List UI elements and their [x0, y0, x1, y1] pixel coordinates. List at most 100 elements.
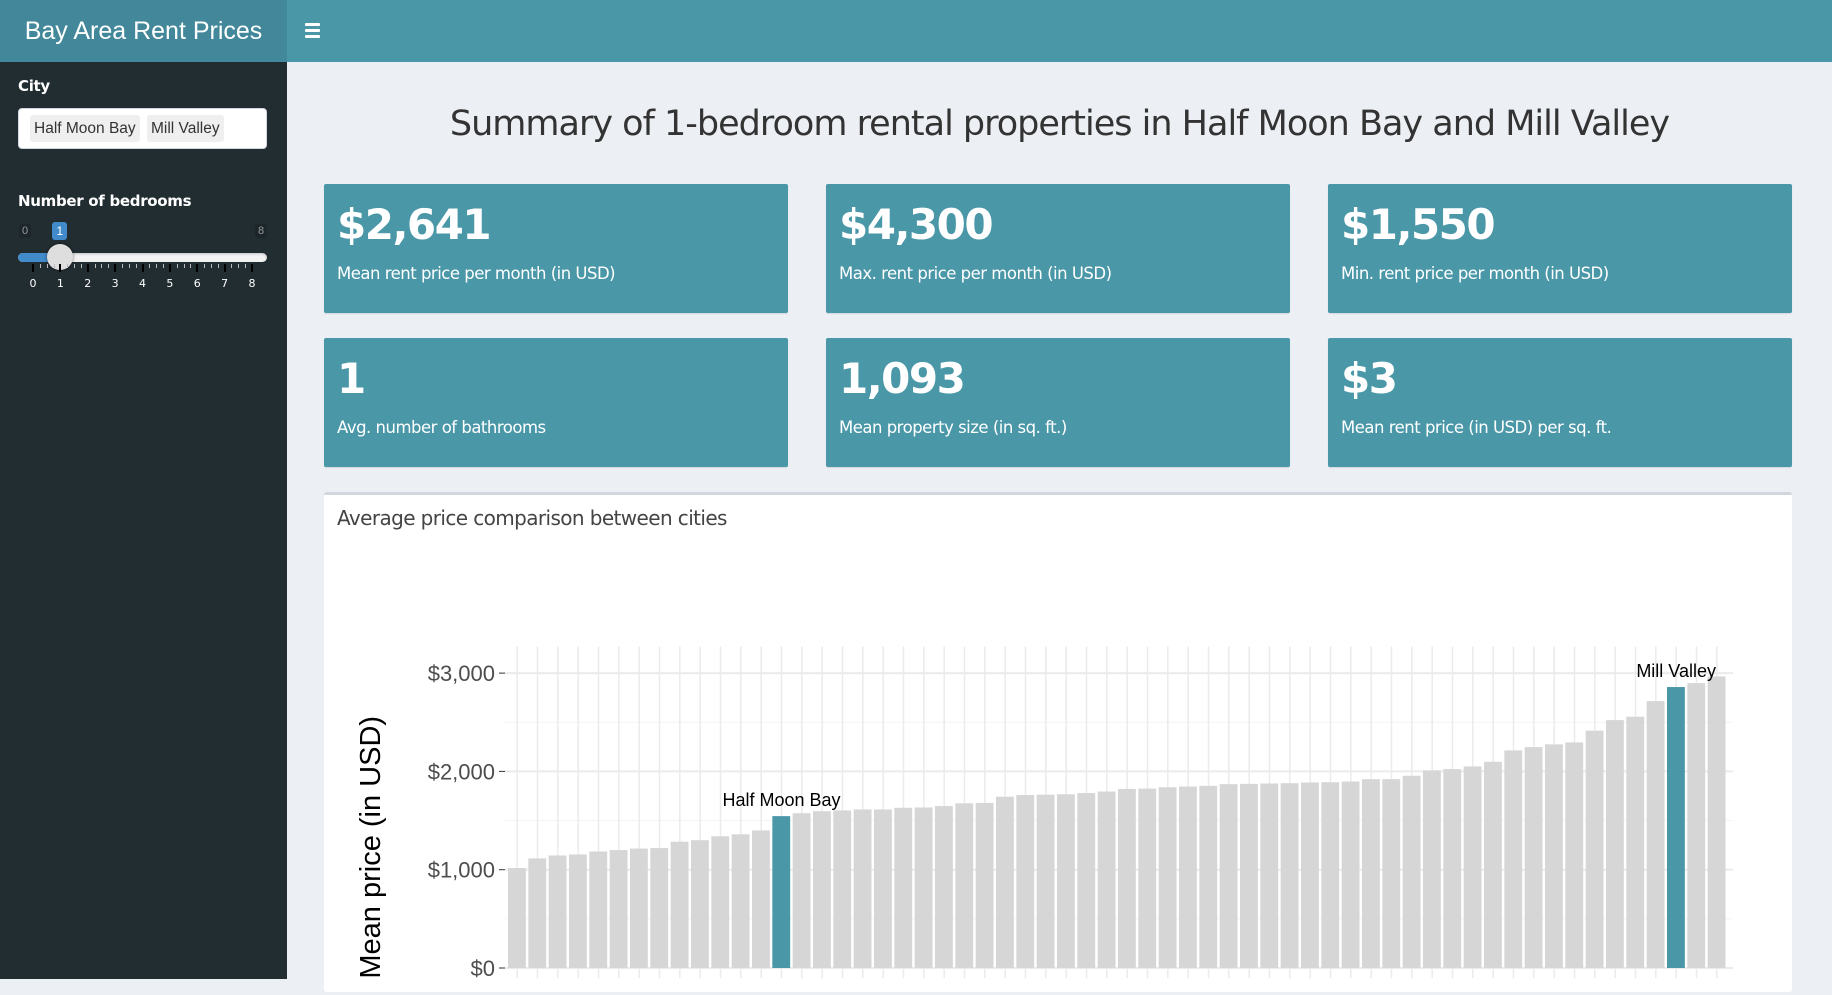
bar [1057, 794, 1075, 968]
slider-minor-tick [39, 264, 41, 268]
slider-minor-tick [231, 264, 233, 268]
top-navbar: Bay Area Rent Prices [0, 0, 1832, 62]
bar [1463, 766, 1482, 968]
stat-value: $3 [1341, 354, 1398, 403]
city-label: City [18, 77, 50, 95]
slider-minor-tick [80, 264, 82, 268]
slider-value-label: 1 [52, 222, 68, 240]
slider-minor-tick [94, 264, 96, 268]
slider-tick-label: 8 [248, 277, 256, 290]
bar [1341, 781, 1360, 968]
city-tag-half-moon-bay[interactable]: Half Moon Bay [30, 115, 140, 142]
bar [1545, 744, 1563, 968]
hamburger-icon-line [305, 35, 320, 38]
stat-value: 1 [337, 354, 366, 403]
y-tick-label: $0 [471, 956, 495, 981]
slider-major-tick [59, 264, 62, 272]
slider-minor-tick [128, 264, 130, 268]
sidebar-toggle-button[interactable] [300, 14, 326, 46]
bar [1240, 783, 1258, 968]
slider-minor-tick [238, 264, 240, 268]
bar [548, 855, 567, 968]
bar [1565, 742, 1584, 968]
slider-minor-tick [74, 264, 76, 268]
slider-tick-label: 0 [29, 277, 37, 290]
bar [935, 806, 953, 968]
bar [508, 868, 526, 968]
bar [1362, 779, 1380, 968]
slider-major-tick [168, 264, 171, 272]
bar [975, 802, 994, 968]
y-tick-label: $1,000 [428, 858, 495, 883]
stat-value: $4,300 [839, 200, 994, 249]
stat-value: $1,550 [1341, 200, 1496, 249]
bar [589, 851, 608, 968]
bar [1036, 794, 1055, 968]
bar [1585, 730, 1604, 968]
bar [1321, 782, 1340, 968]
bar [630, 848, 648, 968]
bar-highlighted [1667, 687, 1685, 968]
bar [1016, 794, 1035, 968]
slider-min-label: 0 [19, 224, 32, 238]
slider-tick-label: 7 [221, 277, 229, 290]
stat-label: Mean property size (in sq. ft.) [839, 418, 1067, 437]
bar [1280, 783, 1299, 968]
app-title[interactable]: Bay Area Rent Prices [0, 0, 287, 62]
bar [955, 803, 974, 968]
y-tick-label: $3,000 [428, 661, 495, 686]
stat-label: Min. rent price per month (in USD) [1341, 264, 1609, 283]
bar [996, 796, 1014, 968]
bar [1423, 770, 1441, 968]
bar [853, 809, 872, 968]
chart-box: Average price comparison between cities … [324, 492, 1792, 992]
slider-minor-tick [53, 264, 55, 268]
bar [1097, 791, 1116, 968]
slider-minor-tick [101, 264, 103, 268]
bar [1158, 787, 1177, 968]
bar [711, 836, 730, 968]
bar [1687, 683, 1706, 968]
slider-tick-label: 3 [111, 277, 119, 290]
bar [1199, 785, 1218, 968]
bar [569, 854, 587, 968]
bar [1626, 716, 1645, 968]
city-multiselect[interactable]: Half Moon Bay Mill Valley [18, 108, 267, 149]
slider-tick-label: 2 [84, 277, 92, 290]
stat-label: Avg. number of bathrooms [337, 418, 546, 437]
slider-minor-tick [135, 264, 137, 268]
bar [813, 811, 831, 968]
slider-minor-tick [121, 264, 123, 268]
stat-card-property-size: 1,093 Mean property size (in sq. ft.) [826, 338, 1290, 467]
y-axis: $0 $1,000 $2,000 $3,000 [428, 661, 505, 981]
slider-minor-tick [163, 264, 165, 268]
bar [1301, 782, 1319, 968]
bar [1646, 701, 1665, 968]
slider-minor-tick [156, 264, 158, 268]
stat-card-mean-rent: $2,641 Mean rent price per month (in USD… [324, 184, 788, 313]
bar [1179, 786, 1197, 968]
bar [1443, 769, 1462, 968]
bar [691, 840, 709, 968]
slider-tick-label: 6 [193, 277, 201, 290]
bar-annotation: Mill Valley [1636, 661, 1716, 681]
slider-major-tick [223, 264, 226, 272]
bar [833, 810, 852, 968]
bar [1484, 761, 1502, 968]
bar [670, 841, 689, 968]
slider-major-tick [196, 264, 199, 272]
city-tag-mill-valley[interactable]: Mill Valley [147, 115, 224, 142]
bar [752, 830, 770, 968]
slider-minor-tick [183, 264, 185, 268]
page-title: Summary of 1-bedroom rental properties i… [449, 104, 1670, 144]
slider-major-tick [251, 264, 253, 272]
bar [650, 848, 669, 968]
bar [1260, 783, 1279, 968]
stat-card-max-rent: $4,300 Max. rent price per month (in USD… [826, 184, 1290, 313]
bar [1077, 793, 1096, 968]
bar [1402, 775, 1421, 968]
bar-annotation: Half Moon Bay [722, 790, 840, 810]
bar [1118, 788, 1136, 968]
bar [1524, 747, 1543, 968]
bar [731, 834, 750, 968]
